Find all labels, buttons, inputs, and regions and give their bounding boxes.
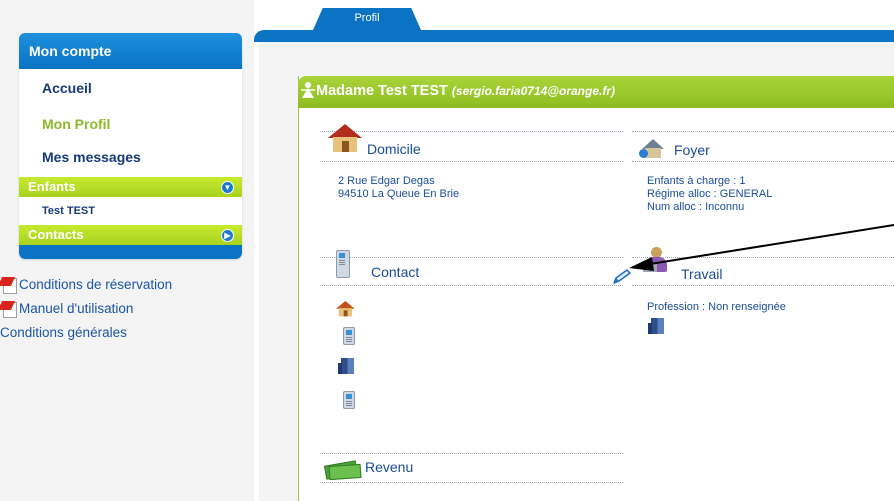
tab-bar <box>254 30 894 42</box>
home-phone-icon <box>336 301 355 317</box>
document-links: Conditions de réservation Manuel d'utili… <box>0 272 172 344</box>
menu-item-accueil[interactable]: Accueil <box>42 80 92 96</box>
profile-card <box>298 76 894 501</box>
person-icon <box>301 82 315 98</box>
money-icon <box>324 459 362 481</box>
link-manuel-utilisation[interactable]: Manuel d'utilisation <box>0 296 172 320</box>
address-line-2: 94510 La Queue En Brie <box>338 188 460 200</box>
section-title-domicile: Domicile <box>367 141 421 157</box>
link-label: Conditions générales <box>0 324 127 340</box>
foyer-icon <box>639 137 667 159</box>
profile-header: Madame Test TEST (sergio.faria0714@orang… <box>298 76 894 108</box>
menu-group-enfants[interactable]: Enfants ▼ <box>19 177 242 197</box>
section-title-foyer: Foyer <box>674 142 710 158</box>
child-item[interactable]: Test TEST <box>42 205 95 217</box>
foyer-info: Enfants à charge : 1 Régime alloc : GENE… <box>647 175 772 214</box>
menu-group-contacts[interactable]: Contacts ▶ <box>19 225 242 245</box>
menu-group-enfants-label: Enfants <box>28 179 76 194</box>
pencil-icon[interactable] <box>611 268 633 286</box>
menu-item-mon-profil[interactable]: Mon Profil <box>42 116 110 132</box>
foyer-line-3: Num alloc : Inconnu <box>647 201 745 213</box>
profession-text: Profession : Non renseignée <box>647 301 786 313</box>
mobile-phone-icon-2 <box>343 391 355 409</box>
section-divider <box>632 257 894 258</box>
address-line-1: 2 Rue Edgar Degas <box>338 175 435 187</box>
section-divider <box>320 257 623 258</box>
section-title-revenu: Revenu <box>365 459 414 475</box>
foyer-line-2: Régime alloc : GENERAL <box>647 188 773 200</box>
pdf-icon <box>0 277 18 294</box>
section-divider <box>320 453 623 454</box>
section-divider <box>320 131 623 132</box>
section-title-travail: Travail <box>681 266 723 282</box>
profile-name: Madame Test TEST (sergio.faria0714@orang… <box>316 83 615 99</box>
link-conditions-reservation[interactable]: Conditions de réservation <box>0 272 172 296</box>
tab-profil[interactable]: Profil <box>313 8 421 30</box>
link-conditions-generales[interactable]: Conditions générales <box>0 320 172 344</box>
section-divider <box>320 285 623 286</box>
menu-group-contacts-label: Contacts <box>28 227 84 242</box>
menu-footer <box>19 245 242 259</box>
profile-fullname: Madame Test TEST <box>316 83 448 99</box>
collapse-icon[interactable]: ▼ <box>221 181 234 194</box>
menu-header: Mon compte <box>19 33 242 69</box>
link-label: Manuel d'utilisation <box>19 300 134 316</box>
menu-item-mes-messages[interactable]: Mes messages <box>42 149 141 165</box>
section-divider <box>632 285 894 286</box>
link-label: Conditions de réservation <box>19 276 173 292</box>
section-divider <box>320 161 623 162</box>
address-text: 2 Rue Edgar Degas 94510 La Queue En Brie <box>338 175 459 201</box>
left-pane: Mon compte Accueil Mon Profil Mes messag… <box>0 0 254 501</box>
section-divider <box>632 161 894 162</box>
foyer-line-1: Enfants à charge : 1 <box>647 175 746 187</box>
travail-icon <box>643 247 669 275</box>
pdf-icon <box>0 301 18 318</box>
mobile-phone-icon <box>343 327 355 345</box>
section-divider <box>320 482 623 483</box>
phone-icon <box>336 250 350 278</box>
building-icon <box>648 318 664 334</box>
account-menu: Mon compte Accueil Mon Profil Mes messag… <box>19 33 242 259</box>
house-icon <box>328 124 362 152</box>
building-icon <box>338 358 354 374</box>
section-divider <box>632 131 894 132</box>
section-title-contact: Contact <box>371 264 420 280</box>
profile-email: (sergio.faria0714@orange.fr) <box>451 84 615 98</box>
expand-icon[interactable]: ▶ <box>221 229 234 242</box>
